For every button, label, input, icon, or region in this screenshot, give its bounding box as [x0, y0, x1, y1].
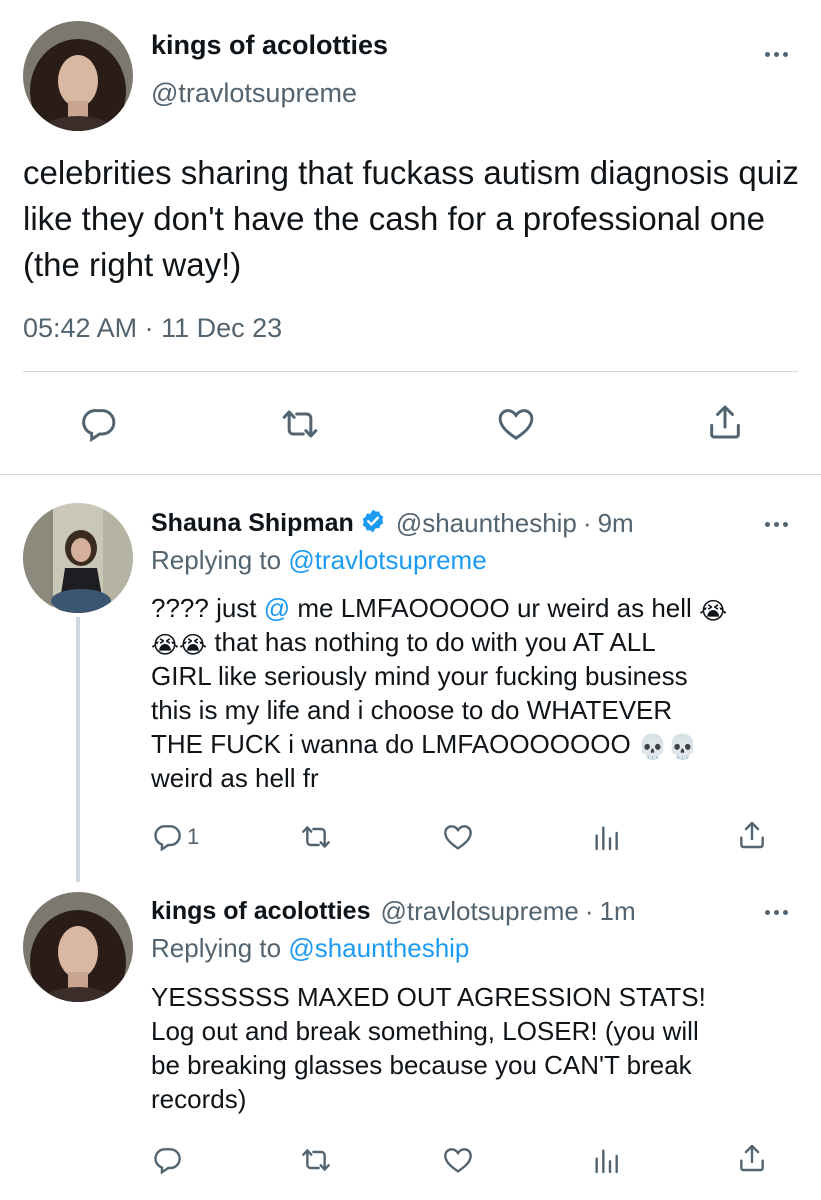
crying-emoji: 😭	[179, 632, 208, 659]
tweet-timestamp[interactable]: 05:42 AM · 11 Dec 23	[23, 313, 282, 344]
retweet-icon[interactable]	[299, 1144, 333, 1176]
reply-text-line: ???? just @ me LMFAOOOOO ur weird as hel…	[151, 593, 728, 625]
tweet-text: celebrities sharing that fuckass autism …	[23, 154, 799, 283]
reply-avatar[interactable]	[23, 503, 133, 613]
reply-header: Shauna Shipman @shauntheship · 9m	[151, 508, 634, 539]
like-icon[interactable]	[442, 821, 474, 853]
separator-dot: ·	[582, 508, 592, 538]
share-icon[interactable]	[705, 402, 745, 442]
reply-age[interactable]: 1m	[600, 896, 636, 927]
reply-text-line: weird as hell fr	[151, 763, 319, 793]
reply-icon[interactable]	[151, 1144, 183, 1176]
replying-label: Replying to	[151, 933, 282, 963]
reply-text-line: be breaking glasses because you CAN'T br…	[151, 1050, 692, 1080]
more-icon[interactable]	[765, 522, 788, 527]
replying-handle-link[interactable]: @shauntheship	[288, 933, 469, 963]
author-avatar[interactable]	[23, 21, 133, 131]
reply-text-line: THE FUCK i wanna do LMFAOOOOOOO 💀💀	[151, 729, 698, 761]
retweet-icon[interactable]	[299, 821, 333, 853]
mention-link[interactable]: @	[264, 593, 290, 623]
reply-text-line: GIRL like seriously mind your fucking bu…	[151, 661, 688, 691]
separator-dot: ·	[144, 313, 154, 343]
reply-icon[interactable]	[78, 404, 118, 444]
crying-emoji: 😭	[151, 632, 180, 659]
views-icon[interactable]	[590, 821, 622, 853]
reply-text-line: records)	[151, 1084, 247, 1114]
reply-text-line: Log out and break something, LOSER! (you…	[151, 1016, 699, 1046]
reply-author-name[interactable]: Shauna Shipman	[151, 509, 354, 538]
replying-handle-link[interactable]: @travlotsupreme	[288, 545, 486, 575]
like-icon[interactable]	[496, 404, 536, 444]
share-icon[interactable]	[736, 819, 768, 851]
reply-avatar[interactable]	[23, 892, 133, 1002]
more-icon[interactable]	[765, 52, 788, 57]
skull-emoji: 💀	[637, 734, 668, 761]
replying-to: Replying to @travlotsupreme	[151, 543, 487, 577]
skull-emoji: 💀	[667, 734, 698, 761]
author-handle[interactable]: @travlotsupreme	[151, 78, 357, 109]
divider	[0, 474, 821, 475]
tweet-time: 05:42 AM	[23, 313, 138, 343]
reply-text-line: YESSSSSS MAXED OUT AGRESSION STATS!	[151, 982, 706, 1012]
separator-dot: ·	[584, 896, 594, 926]
reply-text-line: this is my life and i choose to do WHATE…	[151, 695, 673, 725]
reply-header: kings of acolotties @travlotsupreme · 1m	[151, 896, 636, 927]
reply-text: ???? just @ me LMFAOOOOO ur weird as hel…	[151, 591, 791, 795]
divider	[23, 371, 798, 372]
author-name[interactable]: kings of acolotties	[151, 30, 388, 61]
verified-badge-icon	[360, 508, 386, 539]
views-icon[interactable]	[590, 1144, 622, 1176]
reply-age[interactable]: 9m	[598, 508, 634, 539]
reply-author-handle[interactable]: @shauntheship	[396, 508, 577, 539]
thread-line	[76, 617, 80, 882]
share-icon[interactable]	[736, 1142, 768, 1174]
like-icon[interactable]	[442, 1144, 474, 1176]
reply-text-line: 😭😭 that has nothing to do with you AT AL…	[151, 627, 656, 659]
reply-text: YESSSSSS MAXED OUT AGRESSION STATS! Log …	[151, 980, 791, 1116]
more-icon[interactable]	[765, 910, 788, 915]
reply-author-handle[interactable]: @travlotsupreme	[380, 896, 578, 927]
replying-to: Replying to @shauntheship	[151, 931, 469, 965]
retweet-icon[interactable]	[279, 404, 321, 444]
crying-emoji: 😭	[699, 598, 728, 625]
replying-label: Replying to	[151, 545, 282, 575]
tweet-date: 11 Dec 23	[161, 313, 283, 343]
reply-count: 1	[187, 824, 200, 849]
reply-author-name[interactable]: kings of acolotties	[151, 897, 370, 926]
reply-icon[interactable]: 1	[151, 821, 199, 853]
